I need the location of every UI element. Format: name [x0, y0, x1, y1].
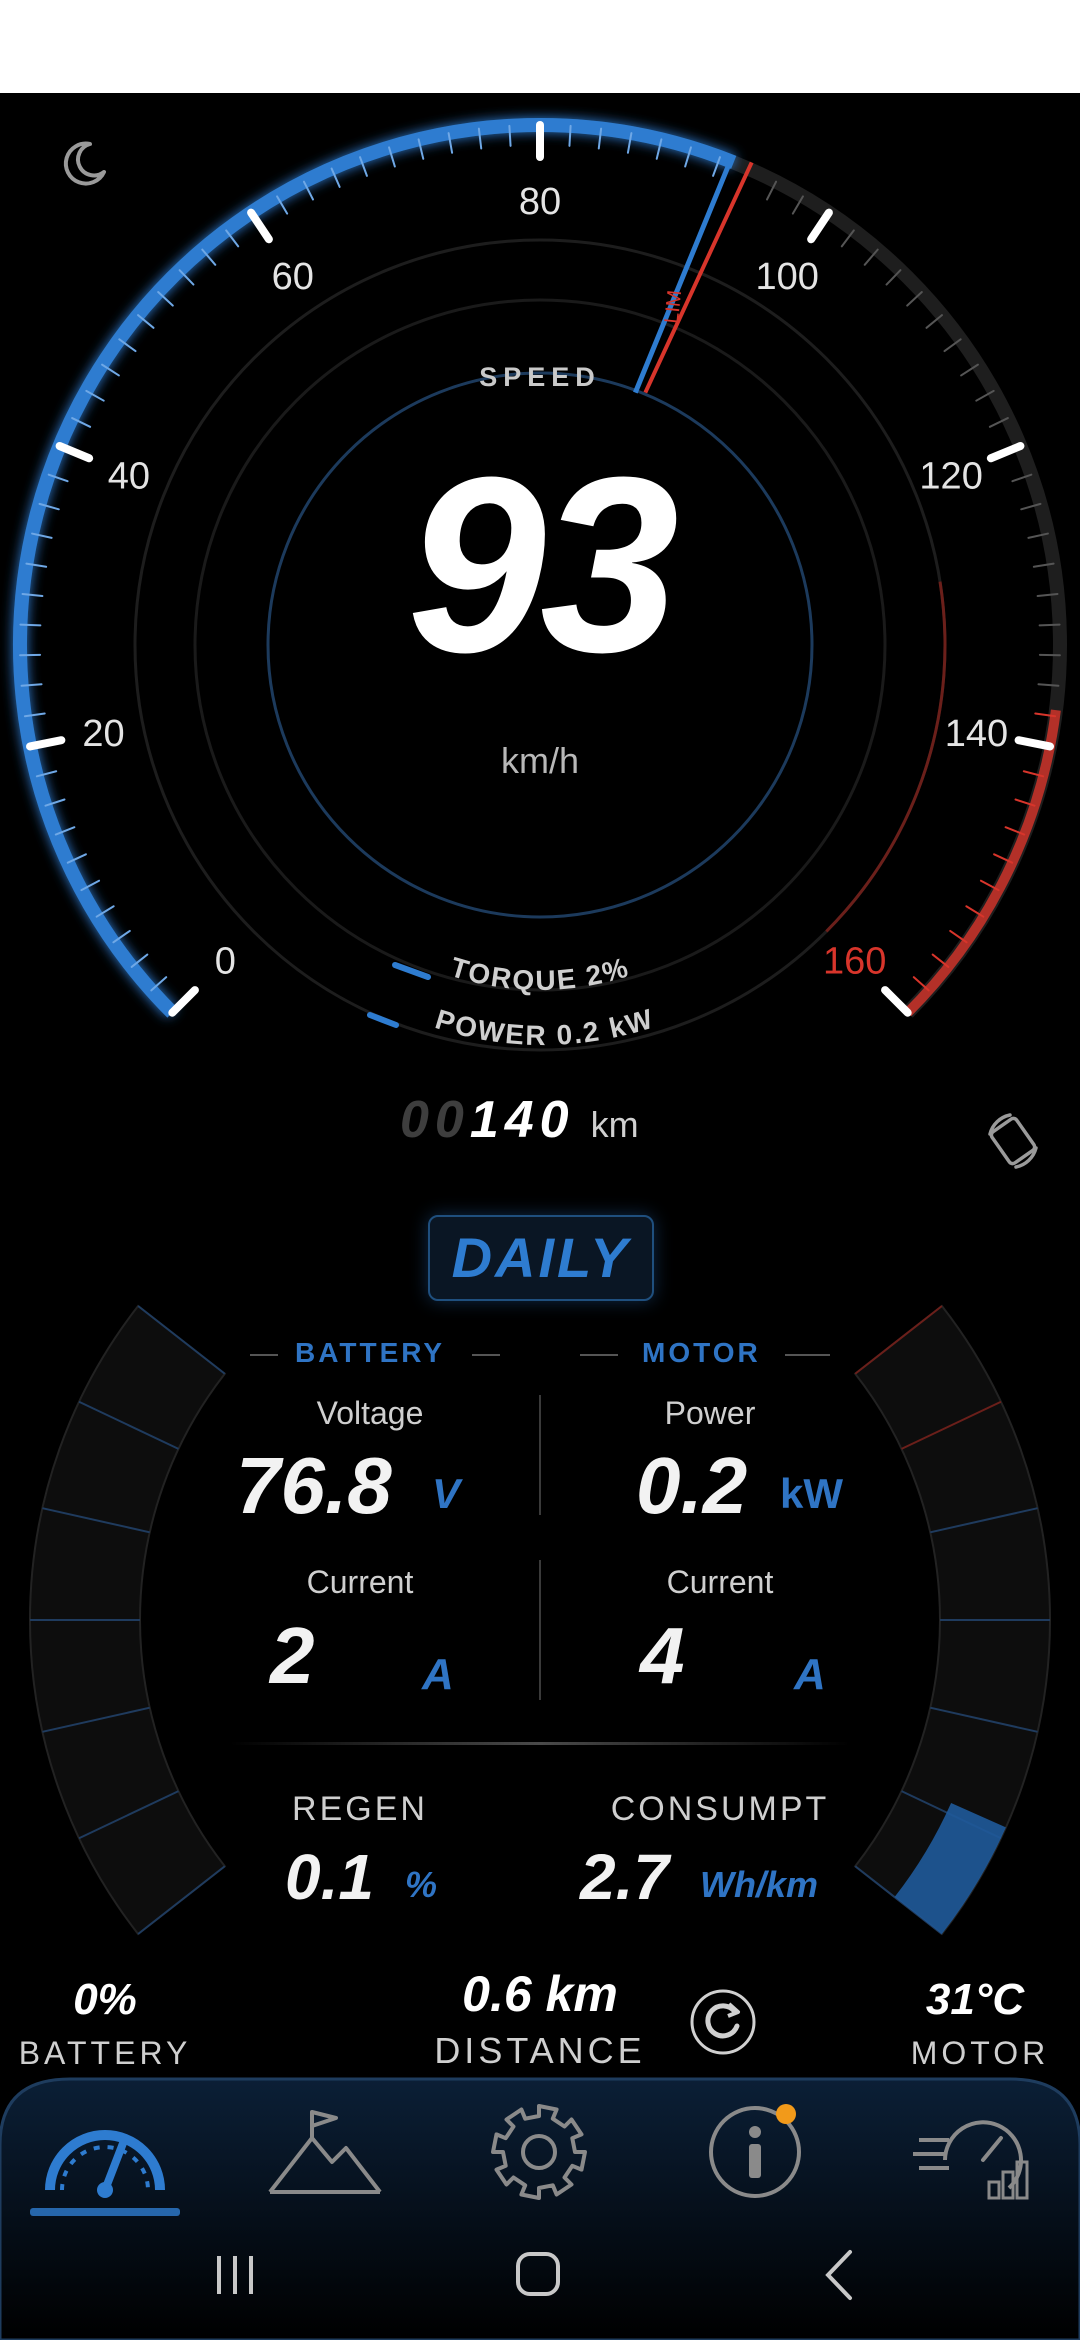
gauge-minor-tick — [568, 124, 572, 147]
gauge-tick-label: 160 — [823, 941, 886, 983]
power-bar — [367, 1012, 399, 1028]
odometer-unit: km — [590, 1104, 639, 1145]
vertical-divider-top — [539, 1395, 541, 1515]
regen-unit: % — [405, 1864, 438, 1905]
motor-power-unit: kW — [780, 1470, 843, 1517]
torque-label: TORQUE 2% — [447, 951, 633, 996]
trip-distance-value: 0.6 km — [462, 1966, 618, 2022]
nav-gear-icon[interactable] — [464, 2100, 614, 2220]
notification-dot — [776, 2104, 796, 2124]
left-side-gauge — [28, 1304, 227, 1936]
gauge-major-tick — [247, 208, 273, 244]
gear-hole — [521, 2134, 557, 2170]
gauge-minor-tick — [508, 124, 512, 147]
battery-percent-label: BATTERY — [18, 2035, 192, 2071]
consumption-label: CONSUMPT — [610, 1790, 830, 1828]
motor-temp-value: 31°C — [925, 1975, 1025, 2024]
motor-power-label: Power — [664, 1395, 756, 1431]
night-mode-icon[interactable] — [58, 138, 110, 190]
nav-performance-icon[interactable] — [905, 2100, 1055, 2220]
vertical-divider-bottom — [539, 1560, 541, 1700]
back-icon[interactable] — [790, 2240, 890, 2310]
ride-mode-button[interactable]: DAILY — [428, 1215, 654, 1301]
odometer-leading-zeros: 00 — [400, 1091, 470, 1149]
trip-distance-label: DISTANCE — [434, 2030, 646, 2071]
limit-label: LIM — [661, 289, 686, 324]
limit-needle — [643, 161, 754, 394]
battery-current-label: Current — [306, 1564, 414, 1600]
gauge-tick-label: 0 — [215, 941, 236, 983]
horizontal-divider — [230, 1742, 850, 1745]
gauge-major-tick — [168, 986, 199, 1017]
gauge-major-tick — [881, 986, 912, 1017]
motor-title: MOTOR — [642, 1337, 761, 1368]
motor-power-value: 0.2 — [636, 1441, 748, 1530]
recent-apps-icon[interactable] — [185, 2240, 285, 2310]
motor-current-unit: A — [794, 1650, 826, 1699]
gauge-tick-label: 80 — [519, 181, 561, 223]
nav-speedometer-icon[interactable] — [30, 2100, 180, 2220]
rotate-screen-icon[interactable] — [980, 1108, 1046, 1174]
odometer-digits: 140 — [469, 1091, 575, 1149]
consumption-value: 2.7 — [580, 1841, 669, 1913]
odometer: 00140 km — [400, 1090, 639, 1150]
gauge-tick-label: 100 — [756, 256, 819, 298]
battery-current-value: 2 — [270, 1611, 315, 1700]
nav-mountain-flag-icon[interactable] — [250, 2100, 400, 2220]
motor-current-label: Current — [666, 1564, 774, 1600]
consumption-unit: Wh/km — [700, 1864, 819, 1905]
regen-value: 0.1 — [285, 1841, 374, 1913]
status-bar — [0, 0, 1080, 93]
battery-voltage-unit: V — [432, 1470, 461, 1517]
home-icon[interactable] — [488, 2240, 588, 2310]
speed-label: SPEED — [479, 362, 601, 392]
right-side-gauge — [853, 1304, 1052, 1936]
battery-current-unit: A — [422, 1650, 454, 1699]
motor-current-value: 4 — [640, 1611, 685, 1700]
battery-title: BATTERY — [295, 1337, 446, 1368]
reset-trip-icon[interactable] — [689, 1988, 757, 2056]
speed-needle — [633, 161, 733, 394]
battery-voltage-value: 76.8 — [236, 1441, 392, 1530]
speed-value: 93 — [406, 425, 679, 704]
battery-percent-value: 0% — [73, 1975, 137, 2024]
gear-outline — [491, 2104, 587, 2200]
motor-temp-label: MOTOR — [910, 2035, 1050, 2071]
battery-voltage-label: Voltage — [316, 1395, 424, 1431]
regen-label: REGEN — [292, 1790, 428, 1828]
speed-unit: km/h — [500, 740, 579, 781]
gauge-tick-label: 60 — [272, 256, 314, 298]
gauge-major-tick — [807, 208, 833, 244]
nav-info-icon[interactable] — [680, 2100, 830, 2220]
